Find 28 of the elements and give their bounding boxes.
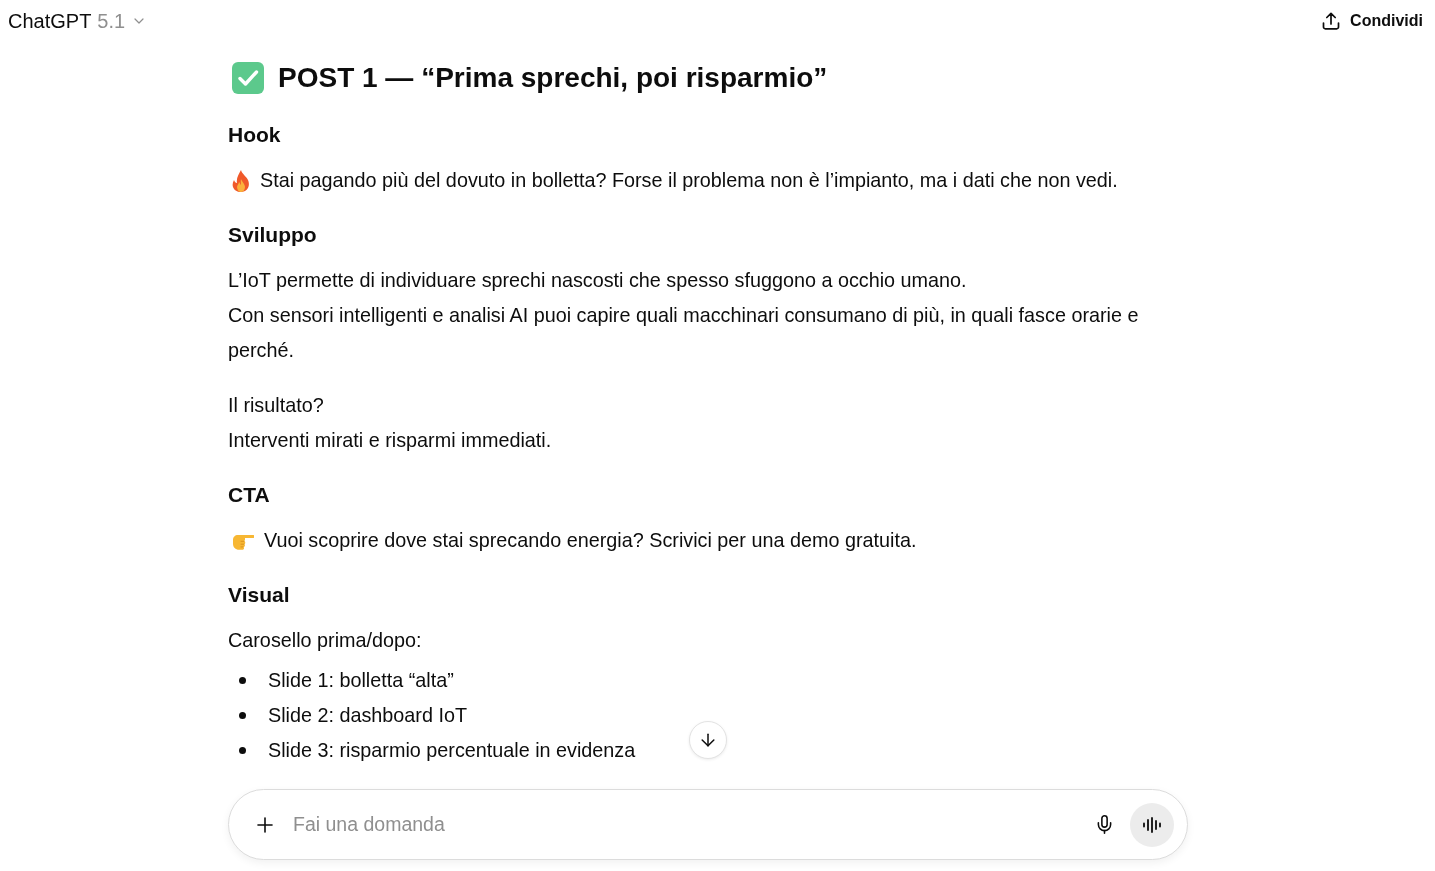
- message-field[interactable]: Fai una domanda: [228, 789, 1188, 860]
- body-text: Il risultato?: [228, 393, 325, 418]
- body-text: Stai pagando più del dovuto in bolletta? Forse il problema non è l’impianto, ma i dati che non vedi.: [260, 168, 1118, 193]
- list-item-text: Slide 2: dashboard IoT: [268, 703, 468, 728]
- section-heading: CTA: [228, 482, 271, 508]
- list-item-text: Slide 1: bolletta “alta”: [268, 668, 454, 693]
- voice-waveform-icon: [1143, 816, 1161, 833]
- bullet-icon: [239, 712, 246, 719]
- bullet-icon: [239, 677, 246, 684]
- section-heading: Sviluppo: [228, 222, 318, 248]
- body-text: Vuoi scoprire dove stai sprecando energia? Scrivici per una demo gratuita.: [264, 528, 917, 553]
- body-text: Con sensori intelligenti e analisi AI puoi capire quali macchinari consumano di più, in quali fasce orarie e perché.: [228, 303, 1140, 363]
- flame-icon: [232, 169, 250, 192]
- body-text: L’IoT permette di individuare sprechi nascosti che spesso sfuggono a occhio umano.: [228, 268, 968, 293]
- section-heading: Visual: [228, 582, 291, 608]
- body-text: Carosello prima/dopo:: [228, 628, 423, 653]
- scroll-down-button[interactable]: [689, 721, 727, 759]
- post-title: POST 1 — “Prima sprechi, poi risparmio”: [278, 61, 828, 95]
- list-item-text: Slide 3: risparmio percentuale in evidenza: [268, 738, 636, 763]
- voice-mode-button[interactable]: [1130, 802, 1174, 847]
- message-input[interactable]: Fai una domanda: [293, 806, 1068, 843]
- body-text: Interventi mirati e risparmi immediati.: [228, 428, 553, 453]
- model-selector[interactable]: ChatGPT 5.1: [8, 7, 148, 35]
- bullet-icon: [239, 747, 246, 754]
- check-box-icon: [232, 62, 264, 94]
- share-button[interactable]: Condividi: [1317, 7, 1427, 35]
- share-icon: [1321, 11, 1342, 31]
- section-heading: Hook: [228, 122, 282, 148]
